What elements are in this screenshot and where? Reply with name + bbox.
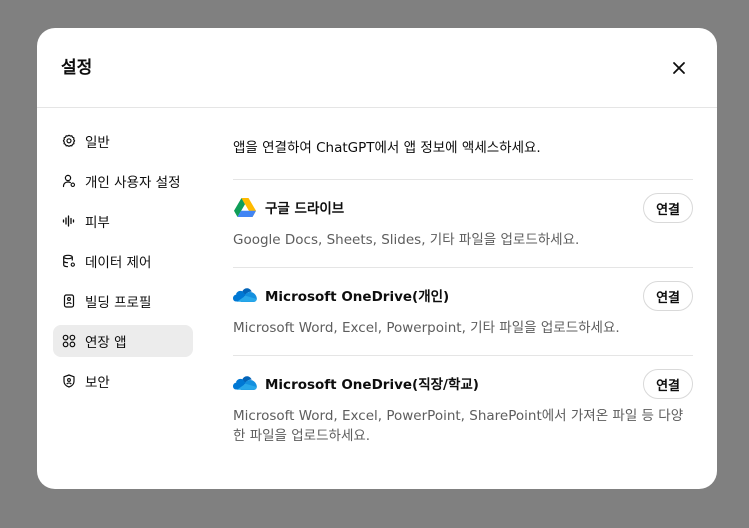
connect-button[interactable]: 연결 [643, 193, 693, 223]
shield-icon [62, 374, 76, 388]
connected-apps-panel: 앱을 연결하여 ChatGPT에서 앱 정보에 액세스하세요. 구글 드라이브 … [233, 136, 693, 463]
app-name: Microsoft OneDrive(개인) [265, 289, 450, 305]
onedrive-icon [233, 285, 257, 305]
sidebar-item-label: 연장 앱 [85, 335, 127, 351]
connect-button[interactable]: 연결 [643, 281, 693, 311]
sidebar-item-speech[interactable]: 피부 [53, 205, 193, 237]
sidebar-item-label: 보안 [85, 375, 110, 391]
waveform-icon [62, 214, 76, 228]
settings-sidebar: 일반 개인 사용자 설정 피부 데이터 제어 빌딩 프로필 연장 앱 보안 [53, 125, 193, 405]
sidebar-item-label: 피부 [85, 215, 110, 231]
user-settings-icon [62, 174, 76, 188]
app-description: Microsoft Word, Excel, Powerpoint, 기타 파일… [233, 320, 620, 336]
id-card-icon [62, 294, 76, 308]
settings-modal: 설정 일반 개인 사용자 설정 피부 데이터 제어 빌딩 프로필 연장 앱 보안… [37, 28, 717, 489]
database-icon [62, 254, 76, 268]
connect-button[interactable]: 연결 [643, 369, 693, 399]
intro-text: 앱을 연결하여 ChatGPT에서 앱 정보에 액세스하세요. [233, 138, 693, 180]
app-row-google-drive: 구글 드라이브 연결 Google Docs, Sheets, Slides, … [233, 180, 693, 268]
sidebar-item-personalization[interactable]: 개인 사용자 설정 [53, 165, 193, 197]
close-icon [673, 62, 685, 74]
sidebar-item-label: 일반 [85, 135, 110, 151]
app-header: Microsoft OneDrive(직장/학교) [233, 368, 693, 398]
sidebar-item-connected-apps[interactable]: 연장 앱 [53, 325, 193, 357]
app-row-onedrive-personal: Microsoft OneDrive(개인) 연결 Microsoft Word… [233, 268, 693, 356]
sidebar-item-label: 빌딩 프로필 [85, 295, 152, 311]
app-header: 구글 드라이브 [233, 192, 693, 222]
app-header: Microsoft OneDrive(개인) [233, 280, 693, 310]
app-description: Google Docs, Sheets, Slides, 기타 파일을 업로드하… [233, 232, 580, 248]
modal-header: 설정 [37, 28, 717, 108]
app-name: Microsoft OneDrive(직장/학교) [265, 377, 479, 393]
gear-icon [62, 134, 76, 148]
sidebar-item-label: 개인 사용자 설정 [85, 175, 181, 191]
app-row-onedrive-work: Microsoft OneDrive(직장/학교) 연결 Microsoft W… [233, 356, 693, 463]
google-drive-icon [233, 197, 257, 217]
sidebar-item-security[interactable]: 보안 [53, 365, 193, 397]
onedrive-icon [233, 373, 257, 393]
sidebar-item-general[interactable]: 일반 [53, 125, 193, 157]
app-name: 구글 드라이브 [265, 201, 345, 217]
sidebar-item-data-controls[interactable]: 데이터 제어 [53, 245, 193, 277]
sidebar-item-builder-profile[interactable]: 빌딩 프로필 [53, 285, 193, 317]
app-description: Microsoft Word, Excel, PowerPoint, Share… [233, 408, 684, 444]
close-button[interactable] [665, 54, 693, 82]
apps-grid-icon [62, 334, 76, 348]
sidebar-item-label: 데이터 제어 [85, 255, 152, 271]
modal-title: 설정 [61, 58, 93, 78]
